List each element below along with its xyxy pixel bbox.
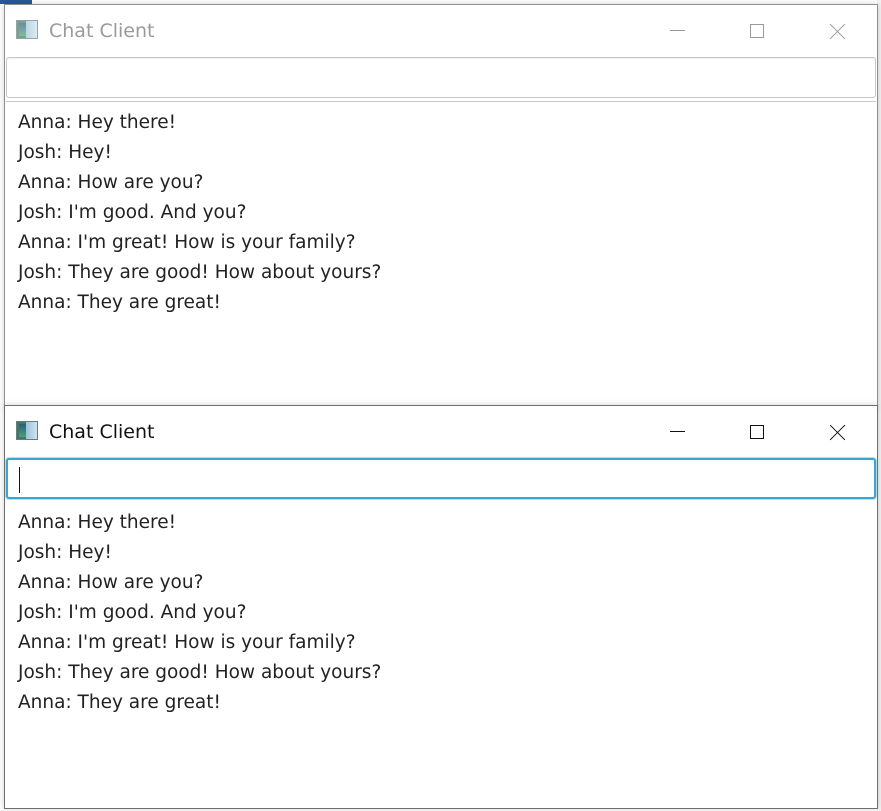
maximize-icon [750, 23, 764, 38]
chat-app-icon [16, 20, 38, 39]
chat-message: Anna: Hey there! [18, 512, 177, 533]
chat-history[interactable]: Anna: Hey there! Josh: Hey! Anna: How ar… [6, 502, 876, 807]
chat-history[interactable]: Anna: Hey there! Josh: Hey! Anna: How ar… [6, 101, 876, 406]
chat-message: Josh: Hey! [18, 542, 112, 563]
window-title: Chat Client [49, 421, 155, 443]
minimize-button[interactable] [654, 5, 700, 56]
chat-window-active[interactable]: Chat Client Anna: Hey there! Josh: Hey! … [4, 405, 878, 809]
message-input-container [5, 457, 877, 501]
chat-message: Anna: How are you? [18, 572, 204, 593]
chat-message: Anna: I'm great! How is your family? [18, 232, 356, 253]
maximize-button[interactable] [734, 5, 780, 56]
close-button[interactable] [815, 406, 861, 457]
title-bar[interactable]: Chat Client [5, 406, 877, 457]
chat-message: Josh: Hey! [18, 142, 112, 163]
chat-message: Anna: They are great! [18, 692, 221, 713]
chat-message: Josh: They are good! How about yours? [18, 662, 382, 683]
chat-message: Anna: I'm great! How is your family? [18, 632, 356, 653]
chat-message: Anna: They are great! [18, 292, 221, 313]
minimize-icon [669, 30, 685, 31]
message-input[interactable] [6, 458, 876, 499]
chat-message: Anna: How are you? [18, 172, 204, 193]
chat-message: Josh: I'm good. And you? [18, 202, 247, 223]
chat-message: Josh: I'm good. And you? [18, 602, 247, 623]
message-input-container [5, 56, 877, 100]
close-icon [830, 23, 846, 39]
close-button[interactable] [815, 5, 861, 56]
chat-window-inactive[interactable]: Chat Client Anna: Hey there! Josh: Hey! … [4, 4, 878, 408]
window-title: Chat Client [49, 20, 155, 42]
minimize-icon [669, 431, 685, 432]
close-icon [830, 424, 846, 440]
maximize-icon [750, 424, 764, 439]
text-caret [19, 467, 20, 493]
title-bar[interactable]: Chat Client [5, 5, 877, 56]
chat-app-icon [16, 421, 38, 440]
maximize-button[interactable] [734, 406, 780, 457]
chat-message: Josh: They are good! How about yours? [18, 262, 382, 283]
chat-message: Anna: Hey there! [18, 112, 177, 133]
minimize-button[interactable] [654, 406, 700, 457]
message-input[interactable] [6, 57, 876, 98]
